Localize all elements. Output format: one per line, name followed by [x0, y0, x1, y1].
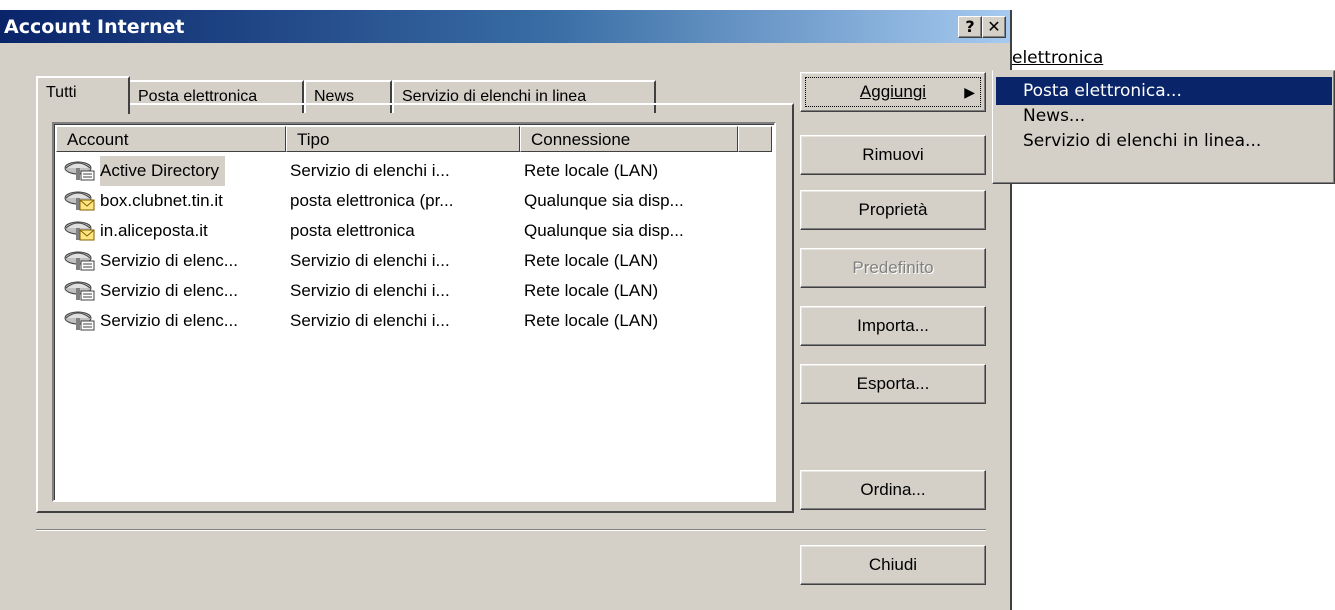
importa-button[interactable]: Importa... — [800, 306, 986, 346]
menu-item-news[interactable]: News... — [996, 105, 1332, 127]
menu-item-posta-elettronica[interactable]: Posta elettronica... — [996, 77, 1332, 105]
rimuovi-button[interactable]: Rimuovi — [800, 135, 986, 175]
table-row[interactable]: Servizio di elenc... Servizio di elenchi … — [58, 276, 758, 306]
chiudi-button[interactable]: Chiudi — [800, 545, 986, 585]
table-row[interactable]: Servizio di elenc... Servizio di elenchi … — [58, 246, 758, 276]
cell-account: Servizio di elenc... — [100, 251, 238, 270]
background-link[interactable]: elettronica — [1012, 48, 1103, 68]
table-row[interactable]: Servizio di elenc... Servizio di elenchi … — [58, 306, 758, 336]
cell-connessione: Qualunque sia disp... — [524, 191, 684, 210]
menu-item-servizio-elenchi[interactable]: Servizio di elenchi in linea... — [996, 127, 1332, 155]
cell-account: Servizio di elenc... — [100, 281, 238, 300]
close-button[interactable]: ✕ — [982, 16, 1006, 38]
mail-account-icon — [64, 190, 96, 212]
column-header-empty — [738, 126, 772, 152]
directory-service-icon — [64, 160, 96, 182]
table-row[interactable]: box.clubnet.tin.it posta elettronica (pr.… — [58, 186, 758, 216]
esporta-button[interactable]: Esporta... — [800, 364, 986, 404]
cell-account: in.aliceposta.it — [100, 221, 208, 240]
help-button[interactable]: ? — [958, 16, 982, 38]
accounts-list[interactable]: Account Tipo Connessione Active Director… — [52, 122, 776, 502]
aggiungi-label: Aggiungi — [859, 82, 927, 101]
cell-connessione: Rete locale (LAN) — [524, 281, 659, 300]
aggiungi-submenu: Posta elettronica... News... Servizio di… — [992, 70, 1335, 184]
title-bar: Account Internet ? ✕ — [0, 10, 1010, 43]
cell-tipo: posta elettronica — [290, 221, 415, 240]
proprieta-button[interactable]: Proprietà — [800, 190, 986, 230]
cell-tipo: Servizio di elenchi i... — [290, 251, 450, 270]
cell-tipo: Servizio di elenchi i... — [290, 311, 450, 330]
cell-connessione: Qualunque sia disp... — [524, 221, 684, 240]
predefinito-button[interactable]: Predefinito — [800, 248, 986, 288]
table-row[interactable]: in.aliceposta.it posta elettronica Qualunq… — [58, 216, 758, 246]
cell-account: Active Directory — [100, 156, 226, 186]
cell-connessione: Rete locale (LAN) — [524, 161, 659, 180]
cell-connessione: Rete locale (LAN) — [524, 251, 659, 270]
cell-tipo: Servizio di elenchi i... — [290, 161, 450, 180]
cell-account: box.clubnet.tin.it — [100, 191, 223, 210]
cell-tipo: Servizio di elenchi i... — [290, 281, 450, 300]
directory-service-icon — [64, 310, 96, 332]
window-title: Account Internet — [4, 16, 185, 38]
cell-connessione: Rete locale (LAN) — [524, 311, 659, 330]
ordina-button[interactable]: Ordina... — [800, 470, 986, 510]
separator — [36, 529, 986, 531]
cell-tipo: posta elettronica (pr... — [290, 191, 454, 210]
tab-tutti[interactable]: Tutti — [36, 76, 130, 114]
directory-service-icon — [64, 250, 96, 272]
cell-account: Servizio di elenc... — [100, 311, 238, 330]
submenu-arrow-icon: ▶ — [964, 84, 975, 100]
column-header-connessione[interactable]: Connessione — [520, 126, 738, 152]
mail-account-icon — [64, 220, 96, 242]
column-header-account[interactable]: Account — [56, 126, 286, 152]
aggiungi-button[interactable]: Aggiungi ▶ — [800, 72, 986, 112]
column-header-tipo[interactable]: Tipo — [286, 126, 520, 152]
directory-service-icon — [64, 280, 96, 302]
table-row[interactable]: Active Directory Servizio di elenchi i...… — [58, 156, 758, 186]
